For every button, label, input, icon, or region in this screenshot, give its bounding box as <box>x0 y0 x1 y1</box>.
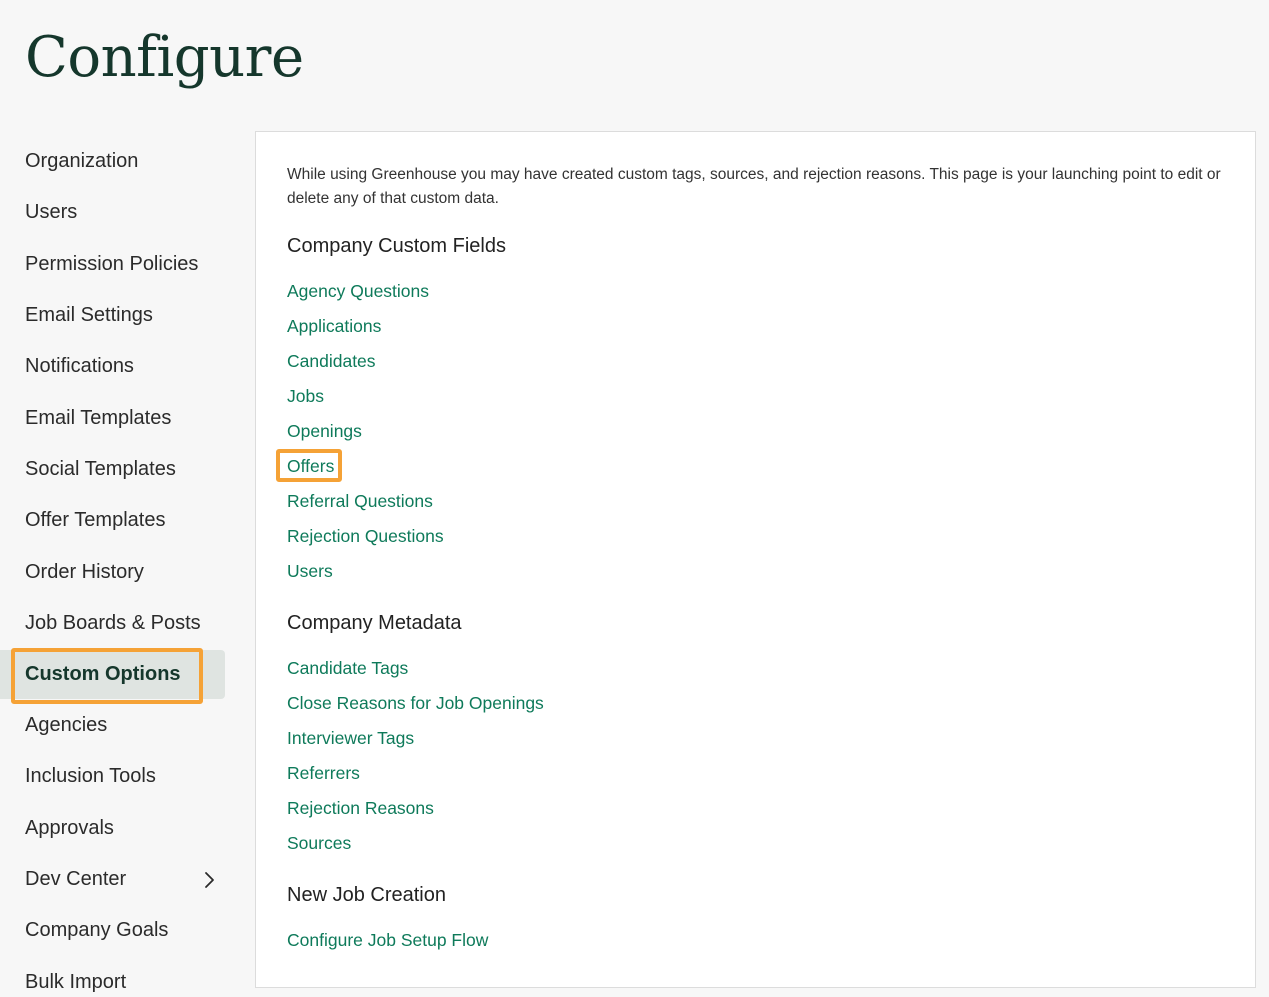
sidebar-item-label: Email Templates <box>25 406 172 429</box>
link-referrers[interactable]: Referrers <box>287 763 360 783</box>
link-users[interactable]: Users <box>287 561 333 581</box>
list-item: Users <box>287 554 444 589</box>
sidebar-item-approvals[interactable]: Approvals <box>0 803 225 854</box>
sidebar-item-label: Job Boards & Posts <box>25 611 201 634</box>
sidebar-item-social-templates[interactable]: Social Templates <box>0 444 225 495</box>
list-item: Offers <box>276 449 444 484</box>
chevron-right-icon[interactable] <box>203 871 217 889</box>
list-item: Candidates <box>287 344 444 379</box>
list-item: Interviewer Tags <box>287 721 544 756</box>
list-item: Close Reasons for Job Openings <box>287 686 544 721</box>
sidebar-item-email-settings[interactable]: Email Settings <box>0 290 225 341</box>
list-item: Candidate Tags <box>287 651 544 686</box>
sidebar-item-order-history[interactable]: Order History <box>0 546 225 597</box>
sidebar-item-company-goals[interactable]: Company Goals <box>0 905 225 956</box>
list-item: Agency Questions <box>287 274 444 309</box>
link-configure-job-setup-flow[interactable]: Configure Job Setup Flow <box>287 930 488 950</box>
sidebar-item-organization[interactable]: Organization <box>0 136 225 187</box>
link-rejection-questions[interactable]: Rejection Questions <box>287 526 444 546</box>
configure-page: Configure Organization Users Permission … <box>0 0 1269 997</box>
link-referral-questions[interactable]: Referral Questions <box>287 491 433 511</box>
sidebar-item-label: Company Goals <box>25 919 169 942</box>
link-interviewer-tags[interactable]: Interviewer Tags <box>287 728 414 748</box>
sidebar-item-label: Bulk Import <box>25 970 127 993</box>
sidebar-item-custom-options[interactable]: Custom Options <box>0 647 225 704</box>
sidebar-item-users[interactable]: Users <box>0 187 225 238</box>
sidebar-item-email-templates[interactable]: Email Templates <box>0 392 225 443</box>
new-job-creation-list: Configure Job Setup Flow <box>287 923 488 958</box>
link-offers[interactable]: Offers <box>287 456 334 476</box>
page-title: Configure <box>25 25 304 90</box>
sidebar-item-label: Users <box>25 201 78 224</box>
sidebar-item-label: Agencies <box>25 714 108 737</box>
link-candidate-tags[interactable]: Candidate Tags <box>287 658 408 678</box>
sidebar-item-dev-center[interactable]: Dev Center <box>0 854 225 905</box>
list-item: Referral Questions <box>287 484 444 519</box>
link-agency-questions[interactable]: Agency Questions <box>287 281 429 301</box>
link-applications[interactable]: Applications <box>287 316 381 336</box>
list-item: Sources <box>287 826 544 861</box>
list-item: Configure Job Setup Flow <box>287 923 488 958</box>
company-custom-fields-list: Agency Questions Applications Candidates… <box>276 274 444 589</box>
section-heading-company-custom-fields: Company Custom Fields <box>287 235 506 257</box>
intro-text: While using Greenhouse you may have crea… <box>287 166 1221 207</box>
link-candidates[interactable]: Candidates <box>287 351 376 371</box>
sidebar-item-label: Dev Center <box>25 868 127 890</box>
section-heading-new-job-creation: New Job Creation <box>287 884 446 906</box>
sidebar-item-label: Approvals <box>25 816 114 839</box>
sidebar-item-bulk-import[interactable]: Bulk Import <box>0 956 225 997</box>
sidebar-item-notifications[interactable]: Notifications <box>0 341 225 392</box>
sidebar-item-label: Inclusion Tools <box>25 765 156 788</box>
list-item: Rejection Questions <box>287 519 444 554</box>
sidebar-item-label: Offer Templates <box>25 509 166 532</box>
sidebar-nav: Organization Users Permission Policies E… <box>0 136 225 997</box>
sidebar-item-label: Notifications <box>25 355 134 378</box>
sidebar-item-job-boards-posts[interactable]: Job Boards & Posts <box>0 598 225 649</box>
highlight-box <box>11 647 203 704</box>
link-sources[interactable]: Sources <box>287 833 351 853</box>
list-item: Rejection Reasons <box>287 791 544 826</box>
sidebar-item-label: Organization <box>25 150 139 173</box>
list-item: Applications <box>287 309 444 344</box>
custom-options-card: While using Greenhouse you may have crea… <box>255 131 1256 988</box>
list-item: Openings <box>287 414 444 449</box>
sidebar-item-offer-templates[interactable]: Offer Templates <box>0 495 225 546</box>
link-close-reasons[interactable]: Close Reasons for Job Openings <box>287 693 544 713</box>
link-jobs[interactable]: Jobs <box>287 386 324 406</box>
company-metadata-list: Candidate Tags Close Reasons for Job Ope… <box>287 651 544 861</box>
sidebar-item-label: Email Settings <box>25 304 153 327</box>
link-openings[interactable]: Openings <box>287 421 362 441</box>
sidebar-item-label: Social Templates <box>25 457 176 480</box>
list-item: Jobs <box>287 379 444 414</box>
sidebar-item-inclusion-tools[interactable]: Inclusion Tools <box>0 751 225 802</box>
sidebar-item-permission-policies[interactable]: Permission Policies <box>0 239 225 290</box>
link-rejection-reasons[interactable]: Rejection Reasons <box>287 798 434 818</box>
sidebar-item-label: Order History <box>25 560 144 583</box>
sidebar-item-agencies[interactable]: Agencies <box>0 700 225 751</box>
section-heading-company-metadata: Company Metadata <box>287 612 462 634</box>
list-item: Referrers <box>287 756 544 791</box>
sidebar-item-label: Permission Policies <box>25 252 199 275</box>
